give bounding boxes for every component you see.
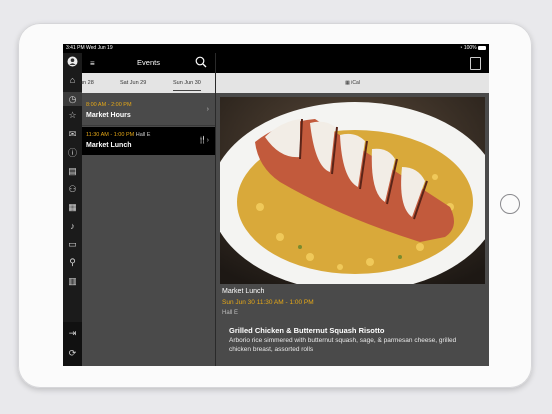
chevron-right-icon: ›	[206, 106, 209, 113]
microphone-icon[interactable]: ♪	[67, 221, 78, 232]
people-icon[interactable]: ⚇	[67, 184, 78, 195]
ical-bar[interactable]: ▦ iCal	[216, 73, 489, 93]
event-time: 8:00 AM - 2:00 PM	[86, 102, 132, 108]
event-photo	[220, 97, 485, 284]
dining-icon: 🍴›	[197, 137, 209, 144]
info-icon[interactable]: ⓘ	[67, 148, 78, 159]
notes-icon[interactable]	[470, 57, 481, 70]
logout-icon[interactable]: ⇥	[67, 328, 78, 339]
event-name: Market Hours	[86, 112, 131, 119]
dish-description: Arborio rice simmered with butternut squ…	[229, 337, 457, 353]
side-rail: ⌂ ◷ ☆ ✉ ⓘ ▤ ⚇ ▦ ♪ ▭ ⚲ ▥ ⇥ ⟳	[63, 53, 82, 366]
rail-bottom: ⇥ ⟳	[63, 322, 82, 366]
mail-icon[interactable]: ✉	[67, 129, 78, 140]
app-screen: 3:41 PM Wed Jun 19 ◔ 100% ⌂ ◷ ☆ ✉ ⓘ ▤ ⚇ …	[63, 44, 489, 366]
battery-indicator: ◔ 100%	[459, 44, 486, 53]
refresh-icon[interactable]: ⟳	[67, 348, 78, 359]
battery-icon	[478, 45, 486, 50]
status-bar: 3:41 PM Wed Jun 19 ◔ 100%	[63, 44, 489, 53]
folder-icon[interactable]: ▭	[67, 239, 78, 250]
day-tab-jun-29[interactable]: Sat Jun 29	[120, 80, 146, 86]
day-selector: un 28 Sat Jun 29 Sun Jun 30	[80, 73, 215, 93]
detail-title: Market Lunch	[222, 288, 265, 295]
home-button[interactable]	[500, 194, 520, 214]
battery-level: 100%	[463, 45, 477, 51]
event-location: Hall E	[135, 132, 151, 138]
day-tab-jun-28[interactable]: un 28	[80, 80, 94, 86]
avatar-icon[interactable]	[67, 56, 78, 67]
day-tab-jun-30[interactable]: Sun Jun 30	[173, 80, 201, 91]
event-detail-panel: ▦ iCal Market Lunch Sun Jun 30 11:30 AM …	[216, 53, 489, 366]
events-header: ≡ Events	[82, 53, 215, 73]
food-photo-illustration	[220, 97, 485, 284]
event-item[interactable]: 8:00 AM - 2:00 PM Market Hours ›	[82, 97, 215, 126]
home-icon[interactable]: ⌂	[67, 75, 78, 86]
detail-datetime: Sun Jun 30 11:30 AM - 1:00 PM	[222, 299, 314, 306]
ical-label: iCal	[351, 80, 360, 86]
dish-title: Grilled Chicken & Butternut Squash Risot…	[229, 326, 385, 335]
event-time: 11:30 AM - 1:00 PM Hall E	[86, 132, 151, 138]
search-icon[interactable]	[195, 56, 207, 71]
clock-icon[interactable]: ◷	[63, 92, 82, 106]
event-item-selected[interactable]: 11:30 AM - 1:00 PM Hall E Market Lunch 🍴…	[82, 127, 215, 155]
event-name: Market Lunch	[86, 142, 132, 149]
store-icon[interactable]: ▦	[67, 202, 78, 213]
detail-header	[216, 53, 489, 73]
events-panel: ≡ Events un 28 Sat Jun 29 Sun Jun 30 8:0…	[80, 53, 215, 366]
detail-location: Hall E	[222, 310, 239, 316]
status-time: 3:41 PM Wed Jun 19	[66, 45, 113, 51]
map-icon[interactable]: ▥	[67, 276, 78, 287]
star-icon[interactable]: ☆	[67, 110, 78, 121]
newspaper-icon[interactable]: ▤	[67, 166, 78, 177]
map-pin-icon[interactable]: ⚲	[67, 257, 78, 268]
